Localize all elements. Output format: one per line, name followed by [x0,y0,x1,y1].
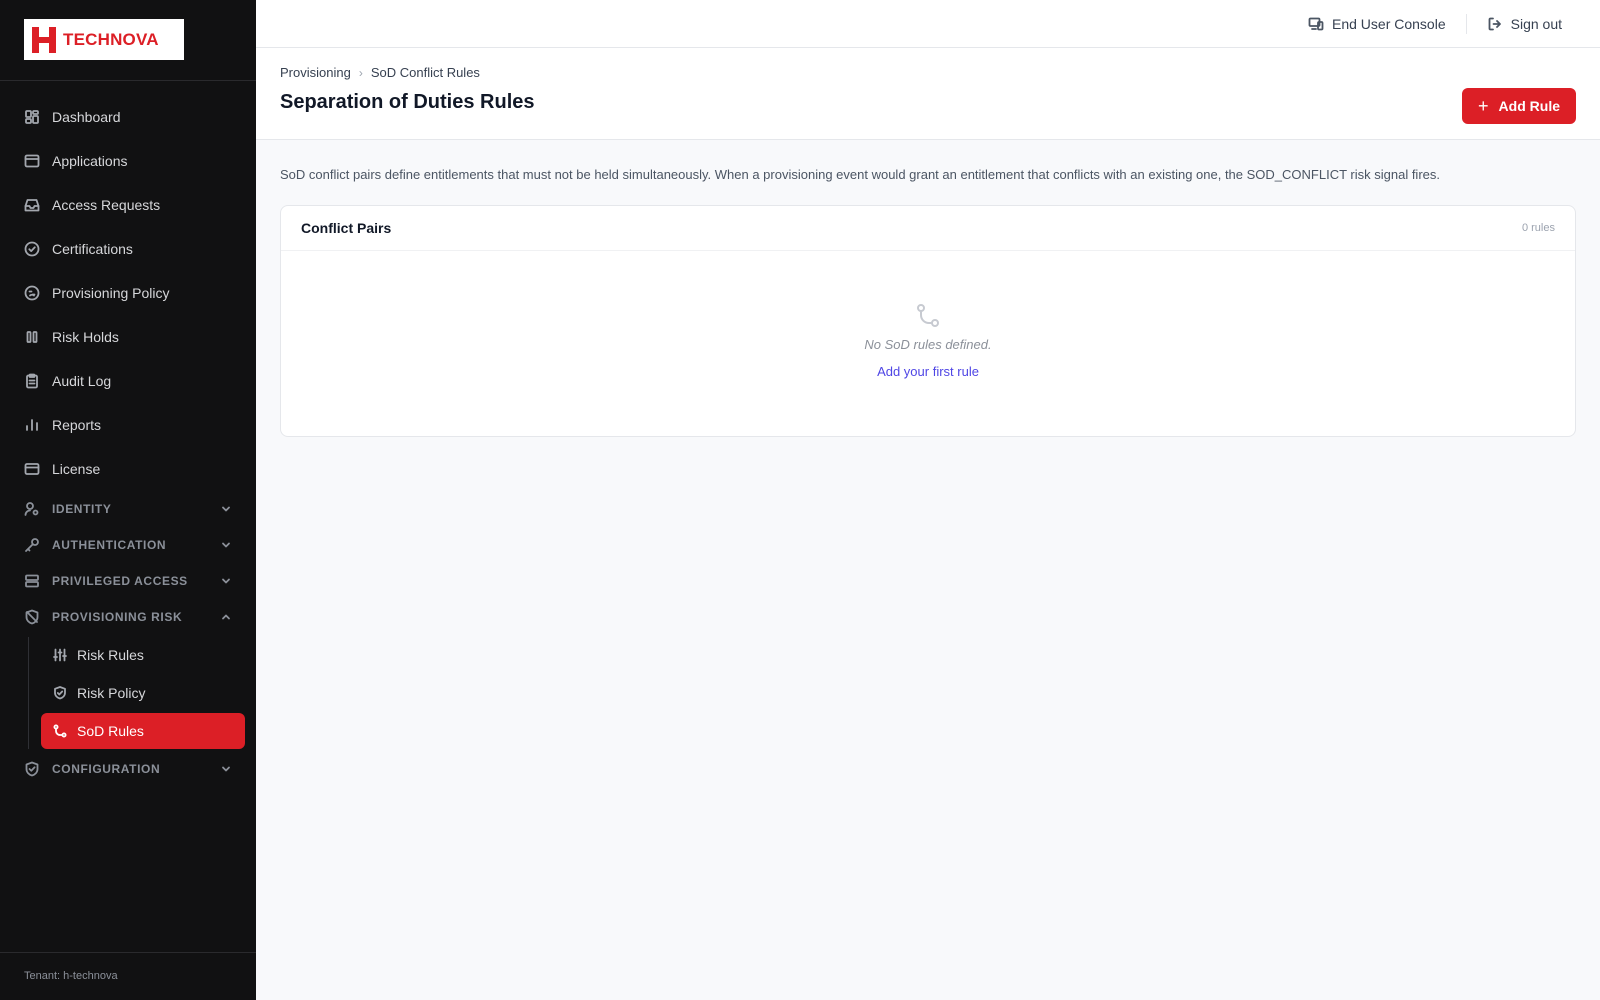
chevron-right-icon: › [358,65,363,80]
sidebar-item-label: Provisioning Policy [52,285,170,301]
sidebar-item-reports[interactable]: Reports [0,403,256,447]
git-branch-icon [912,301,944,333]
sidebar-item-risk-policy[interactable]: Risk Policy [41,675,245,711]
page-title: Separation of Duties Rules [280,91,535,113]
chevron-down-icon [222,542,230,548]
card-title: Conflict Pairs [301,220,392,236]
breadcrumb: Provisioning › SoD Conflict Rules [280,65,1576,80]
window-icon [24,153,40,169]
top-bar: End User Console Sign out [256,0,1600,48]
user-gear-icon [24,501,40,517]
nav-group-authentication[interactable]: Authentication [0,527,256,563]
page-header: Provisioning › SoD Conflict Rules Separa… [256,48,1600,140]
sidebar-item-label: Risk Policy [77,685,146,701]
chevron-up-icon [222,614,230,620]
sidebar-item-label: License [52,461,101,477]
add-rule-label: Add Rule [1498,98,1560,114]
sidebar-item-risk-holds[interactable]: Risk Holds [0,315,256,359]
policy-icon [24,285,40,301]
sidebar-item-risk-rules[interactable]: Risk Rules [41,637,245,673]
breadcrumb-provisioning[interactable]: Provisioning [280,65,351,80]
chevron-down-icon [222,506,230,512]
nav-group-provisioning-risk[interactable]: Provisioning Risk [0,599,256,635]
brand-name: TECHNOVA [63,29,159,49]
sidebar-item-label: SoD Rules [77,723,144,739]
bar-chart-icon [24,417,40,433]
nav-group-label: Provisioning Risk [52,610,183,624]
sidebar-item-dashboard[interactable]: Dashboard [0,95,256,139]
sign-out-label: Sign out [1510,15,1562,32]
brand-logo[interactable]: TECHNOVA [24,19,184,60]
chevron-down-icon [222,578,230,584]
add-rule-button[interactable]: + Add Rule [1462,88,1576,124]
nav-group-label: Privileged Access [52,574,188,588]
sidebar-item-audit-log[interactable]: Audit Log [0,359,256,403]
sidebar-item-access-requests[interactable]: Access Requests [0,183,256,227]
sliders-icon [53,648,67,662]
sidebar-item-applications[interactable]: Applications [0,139,256,183]
card-icon [24,461,40,477]
sign-out-icon [1488,17,1501,30]
shield-check-icon [24,761,40,777]
nav-group-label: Authentication [52,538,167,552]
check-circle-icon [24,241,40,257]
sidebar-item-license[interactable]: License [0,447,256,491]
end-user-console-link[interactable]: End User Console [1294,16,1460,32]
tenant-label: Tenant: h-technova [0,952,256,1000]
nav-group-identity[interactable]: Identity [0,491,256,527]
server-icon [24,573,40,589]
sidebar-item-sod-rules[interactable]: SoD Rules [41,713,245,749]
devices-icon [1308,17,1324,30]
rule-count: 0 rules [1521,222,1555,234]
empty-state: No SoD rules defined. Add your first rul… [281,251,1575,381]
page-description: SoD conflict pairs define entitlements t… [280,167,1440,182]
empty-state-text: No SoD rules defined. [864,337,992,352]
sidebar-item-label: Dashboard [52,109,121,125]
nav-group-configuration[interactable]: Configuration [0,751,256,787]
logo-mark-icon [32,26,56,53]
conflict-pairs-card: Conflict Pairs 0 rules No SoD rules defi… [280,205,1576,437]
sidebar-item-label: Reports [52,417,102,433]
nav-group-privileged-access[interactable]: Privileged Access [0,563,256,599]
sidebar-item-label: Applications [52,153,128,169]
nav-group-label: Identity [52,502,112,516]
sidebar-item-label: Audit Log [52,373,112,389]
key-icon [24,537,40,553]
topbar-divider [1465,13,1467,34]
sidebar-item-provisioning-policy[interactable]: Provisioning Policy [0,271,256,315]
sidebar-item-label: Risk Holds [52,329,119,345]
clipboard-icon [24,373,40,389]
pause-icon [24,329,40,345]
shield-check-icon [53,686,67,700]
provisioning-risk-submenu: Risk Rules Risk Policy SoD Rules [28,637,256,749]
chevron-down-icon [222,766,230,772]
breadcrumb-current: SoD Conflict Rules [370,65,480,80]
sidebar-item-label: Access Requests [52,197,161,213]
card-header: Conflict Pairs 0 rules [281,206,1575,251]
sidebar-item-label: Risk Rules [77,647,144,663]
sidebar-item-certifications[interactable]: Certifications [0,227,256,271]
sidebar-item-label: Certifications [52,241,133,257]
sign-out-button[interactable]: Sign out [1473,16,1576,32]
inbox-icon [24,197,40,213]
dashboard-icon [24,109,40,125]
logo-area: TECHNOVA [0,0,256,81]
add-first-rule-link[interactable]: Add your first rule [877,364,979,379]
sidebar-nav: Dashboard Applications Access Requests C… [0,81,256,787]
nav-group-label: Configuration [52,762,161,776]
plus-icon: + [1478,96,1489,116]
sidebar: TECHNOVA Dashboard Applications Access R… [0,0,256,1000]
shield-off-icon [24,609,40,625]
end-user-console-label: End User Console [1332,15,1446,32]
git-branch-icon [53,724,67,738]
